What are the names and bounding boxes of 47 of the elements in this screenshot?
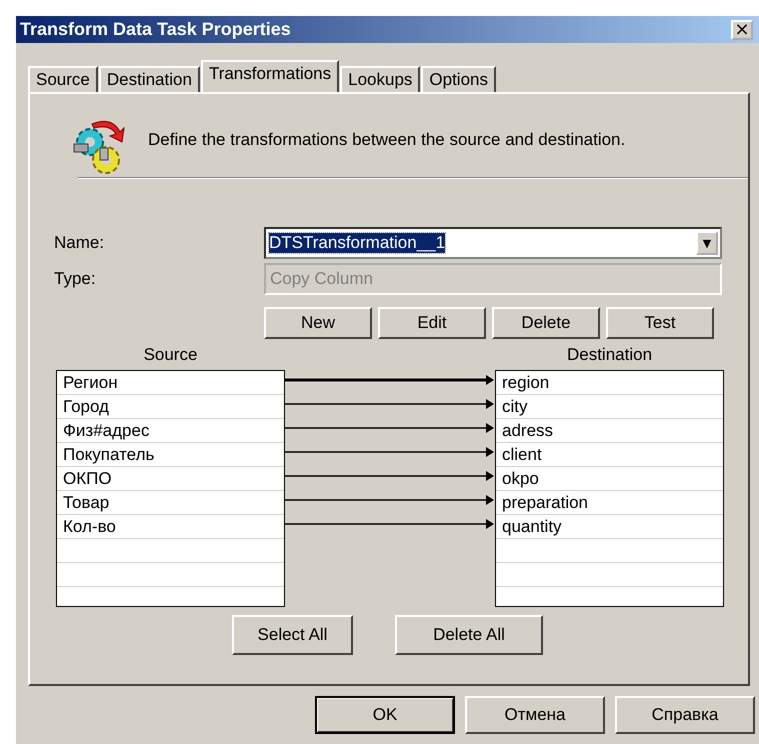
tab[interactable]: Options [421,66,496,92]
mapping-arrow[interactable] [285,447,494,457]
action-button[interactable]: New [264,307,372,339]
destination-heading: Destination [566,345,652,365]
destination-column[interactable]: city [502,397,528,416]
source-column[interactable]: ОКПО [63,469,112,488]
mapping-arrow[interactable] [285,375,494,385]
list-button[interactable]: Select All [232,615,353,655]
destination-column[interactable]: quantity [502,517,562,536]
destination-column[interactable]: region [502,373,550,392]
close-button[interactable]: × [731,20,753,40]
mapping-arrow[interactable] [285,399,494,409]
source-column[interactable]: Физ#адрес [63,421,150,440]
action-button[interactable]: Test [606,307,714,339]
source-column[interactable]: Покупатель [63,445,154,464]
destination-column[interactable]: preparation [502,493,588,512]
destination-list[interactable]: region city adress client okpo preparation quantity [495,370,724,607]
dropdown-button[interactable]: ▼ [696,231,718,255]
name-label: Name: [54,233,106,253]
source-column[interactable]: Регион [63,373,118,392]
tab[interactable]: Source [28,66,98,92]
source-column[interactable]: Товар [63,493,110,512]
source-heading: Source [144,345,198,365]
tab[interactable]: Lookups [340,66,420,92]
tab[interactable]: Destination [98,66,200,92]
name-dropdown[interactable]: DTSTransformation__1 ▼ [264,227,722,259]
source-column[interactable]: Город [63,397,109,416]
action-button[interactable]: Delete [492,307,600,339]
mapping-arrow[interactable] [285,423,494,433]
source-list[interactable]: Регион Город Физ#адрес Покупатель ОКПО Товар Кол-во [56,370,285,607]
action-button[interactable]: Edit [378,307,486,339]
destination-column[interactable]: okpo [502,469,539,488]
mapping-arrow[interactable] [285,519,494,529]
mapping-arrow[interactable] [285,495,494,505]
tab[interactable]: Transformations [200,60,340,92]
description-text: Define the transformations between the source and destination. [148,130,626,150]
window-title: Transform Data Task Properties [20,19,291,40]
destination-column[interactable]: client [502,445,542,464]
dialog-button[interactable]: OK [315,696,455,734]
type-label: Type: [54,269,97,289]
source-column[interactable]: Кол-во [63,517,116,536]
destination-column[interactable]: adress [502,421,554,440]
mapping-arrow[interactable] [285,471,494,481]
dialog-button[interactable]: Справка [615,696,755,734]
name-value: DTSTransformation__1 [269,233,446,253]
dialog-button[interactable]: Отмена [465,696,605,734]
list-button[interactable]: Delete All [395,615,543,655]
